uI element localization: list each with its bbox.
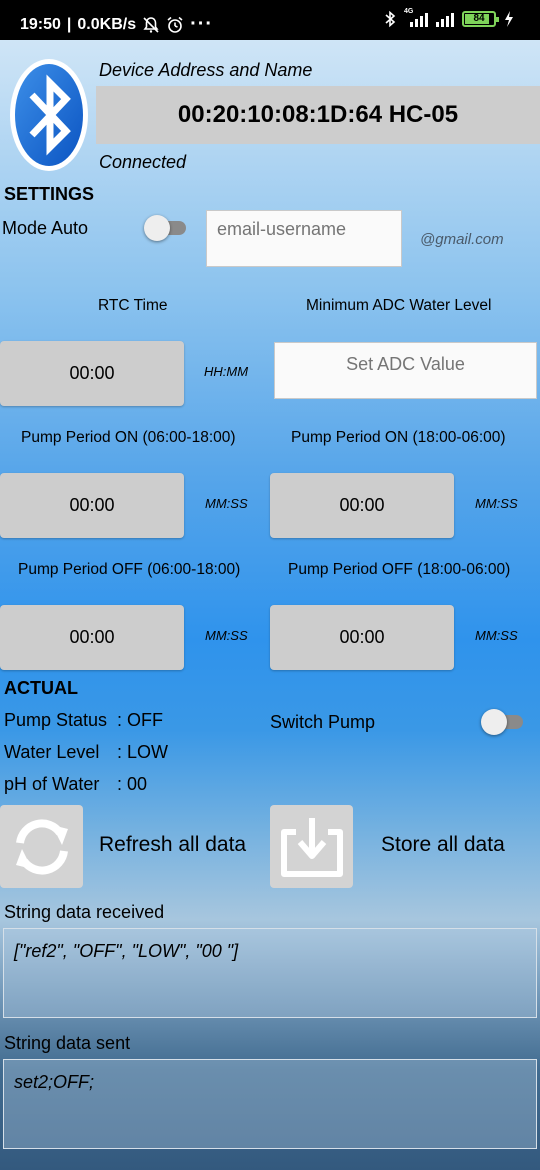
more-notifications: ··· xyxy=(190,13,214,35)
pump-on-night-button[interactable]: 00:00 xyxy=(270,473,454,538)
refresh-button[interactable] xyxy=(0,805,83,888)
string-sent-label: String data sent xyxy=(4,1033,131,1053)
refresh-label: Refresh all data xyxy=(99,833,247,856)
rtc-time-label: RTC Time xyxy=(98,297,168,314)
settings-heading: SETTINGS xyxy=(4,184,95,204)
rtc-time-format: HH:MM xyxy=(204,364,249,379)
ph-value: : 00 xyxy=(117,774,148,794)
cell-signal-1: 4G xyxy=(404,8,428,27)
alarm-clock-icon xyxy=(167,16,183,33)
charging-bolt-icon xyxy=(505,11,513,27)
pump-off-night-format: MM:SS xyxy=(475,628,518,643)
download-icon xyxy=(280,817,343,877)
ph-label: pH of Water xyxy=(4,774,100,794)
actual-heading: ACTUAL xyxy=(4,678,78,698)
battery-level: 84 xyxy=(473,13,485,24)
email-suffix: @gmail.com xyxy=(420,231,504,248)
string-sent-display: set2;OFF; xyxy=(3,1059,537,1149)
bluetooth-icon[interactable] xyxy=(8,57,90,173)
pump-off-day-format: MM:SS xyxy=(205,628,248,643)
string-received-display: ["ref2", "OFF", "LOW", "00 "] xyxy=(3,928,537,1018)
network-speed: 0.0KB/s xyxy=(77,15,137,33)
pump-status-label: Pump Status xyxy=(4,710,108,730)
bluetooth-status-icon xyxy=(385,10,396,28)
water-level-value: : LOW xyxy=(117,742,169,762)
adc-level-label: Minimum ADC Water Level xyxy=(306,297,492,314)
status-bar: 19:50 | 0.0KB/s ··· 4G 84 xyxy=(0,0,540,40)
pump-on-day-format: MM:SS xyxy=(205,496,248,511)
signal-bars-2-icon xyxy=(436,11,454,27)
connection-status: Connected xyxy=(99,152,187,172)
string-received-label: String data received xyxy=(4,902,165,922)
pump-off-day-label: Pump Period OFF (06:00-18:00) xyxy=(18,561,241,578)
email-username-input[interactable] xyxy=(206,210,402,267)
status-left: 19:50 | 0.0KB/s ··· xyxy=(20,13,213,36)
status-time: 19:50 xyxy=(20,15,61,33)
battery-icon: 84 xyxy=(462,11,499,27)
refresh-icon xyxy=(15,819,68,874)
mode-auto-toggle[interactable] xyxy=(144,215,190,241)
status-separator: | xyxy=(66,15,72,33)
water-level-label: Water Level xyxy=(4,742,100,762)
mode-auto-label: Mode Auto xyxy=(2,218,89,238)
pump-on-day-label: Pump Period ON (06:00-18:00) xyxy=(21,429,236,446)
pump-on-night-format: MM:SS xyxy=(475,496,518,511)
store-label: Store all data xyxy=(381,833,505,856)
device-address-label: Device Address and Name xyxy=(99,60,313,80)
pump-off-day-button[interactable]: 00:00 xyxy=(0,605,184,670)
network-type: 4G xyxy=(404,8,414,15)
pump-off-night-button[interactable]: 00:00 xyxy=(270,605,454,670)
switch-pump-toggle[interactable] xyxy=(481,709,527,735)
pump-off-night-label: Pump Period OFF (18:00-06:00) xyxy=(288,561,511,578)
rtc-time-button[interactable]: 00:00 xyxy=(0,341,184,406)
switch-pump-label: Switch Pump xyxy=(270,712,376,732)
mute-bell-icon xyxy=(143,16,159,33)
pump-on-day-button[interactable]: 00:00 xyxy=(0,473,184,538)
adc-value-input[interactable] xyxy=(274,342,537,399)
pump-status-value: : OFF xyxy=(117,710,163,730)
store-button[interactable] xyxy=(270,805,353,888)
pump-on-night-label: Pump Period ON (18:00-06:00) xyxy=(291,429,506,446)
status-right: 4G 84 xyxy=(384,8,514,28)
device-address-display: 00:20:10:08:1D:64 HC-05 xyxy=(96,86,540,144)
